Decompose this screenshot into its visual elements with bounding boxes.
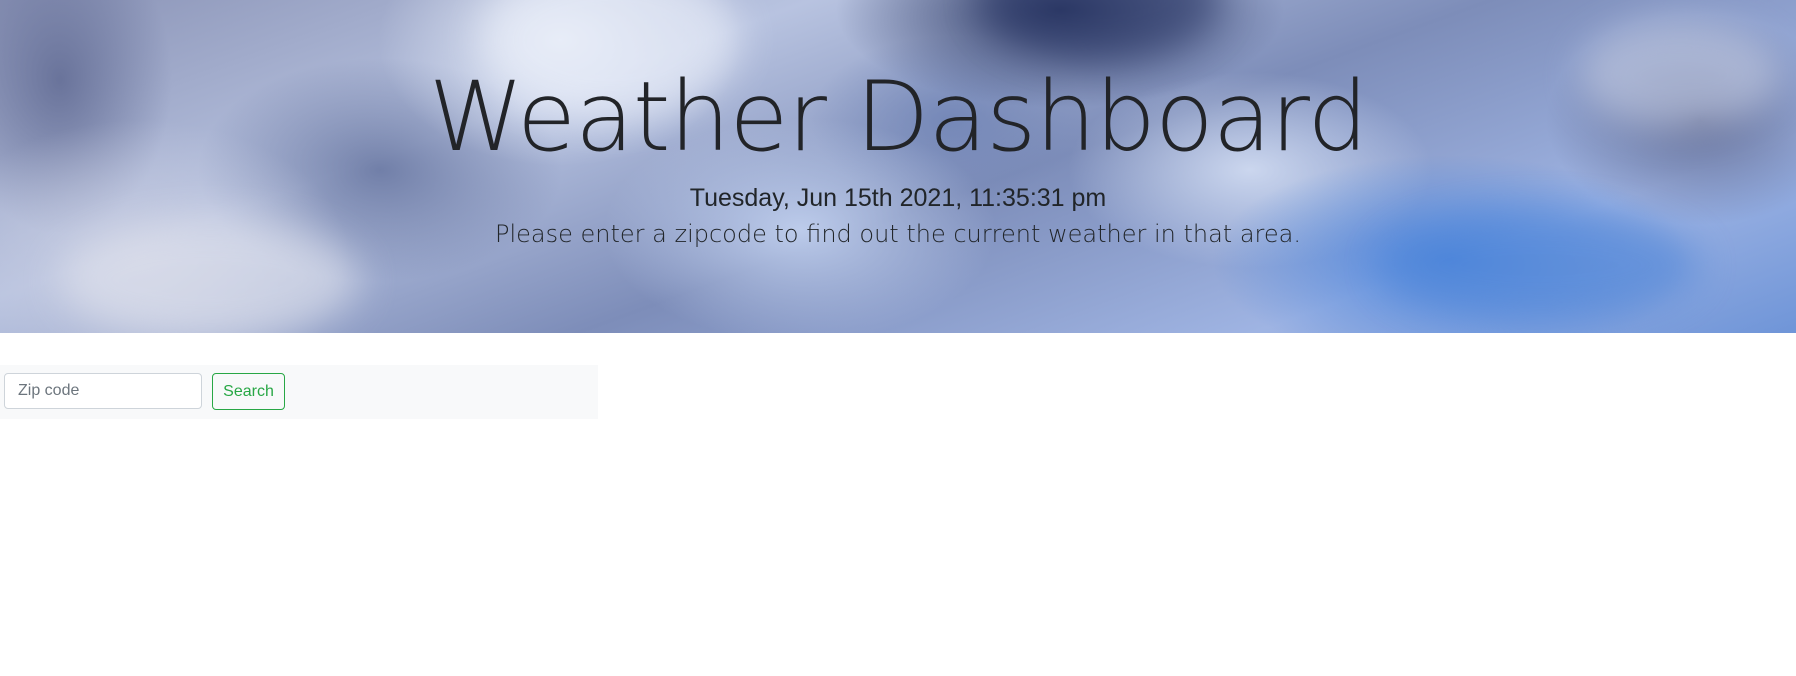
page-title: Weather Dashboard — [428, 61, 1369, 173]
page-subtitle: Please enter a zipcode to find out the c… — [494, 220, 1301, 248]
current-datetime: Tuesday, Jun 15th 2021, 11:35:31 pm — [689, 184, 1107, 212]
search-form: Search — [0, 365, 598, 419]
hero-content: Weather Dashboard Tuesday, Jun 15th 2021… — [0, 0, 1796, 333]
hero-banner: Weather Dashboard Tuesday, Jun 15th 2021… — [0, 0, 1796, 333]
zip-code-input[interactable] — [4, 373, 202, 409]
search-button[interactable]: Search — [212, 373, 285, 410]
